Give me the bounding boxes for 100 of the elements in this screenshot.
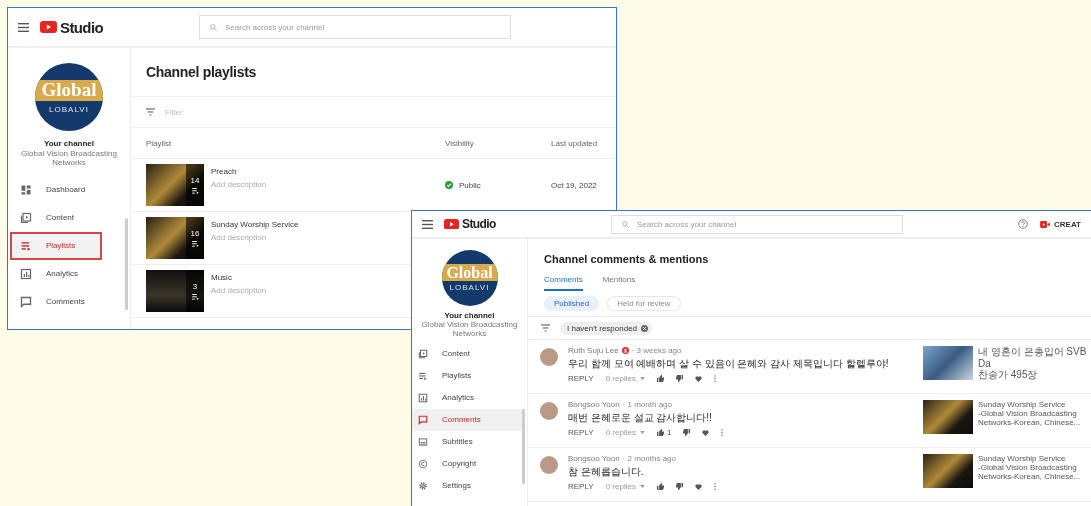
filter-chip[interactable]: Held for review <box>607 296 681 311</box>
video-title[interactable]: 찬송가 495장 <box>978 369 1087 381</box>
nav-item[interactable]: Comments <box>412 408 525 431</box>
playlist-description: Add description <box>211 286 267 295</box>
video-thumbnail-photo[interactable] <box>923 400 973 434</box>
thumbs-up-icon <box>656 375 664 382</box>
video-camera-icon <box>1040 220 1051 228</box>
play-logo-icon <box>40 21 57 33</box>
filter-field[interactable]: Filter <box>165 107 285 117</box>
avatar[interactable] <box>540 456 558 474</box>
settings-icon <box>418 480 428 491</box>
app-name: Studio <box>462 217 496 231</box>
create-button[interactable]: CREAT <box>1040 219 1081 229</box>
comment-author[interactable]: Bongsoo Yoon <box>568 400 620 409</box>
like-button[interactable] <box>656 375 664 382</box>
column-header: Playlist <box>146 138 173 148</box>
video-square-icon <box>20 211 32 224</box>
logo-subtext: LOBALVI <box>48 104 90 114</box>
reply-button[interactable]: REPLY <box>568 428 594 437</box>
heart-button[interactable] <box>694 375 702 382</box>
video-title[interactable]: Networks-Korean, Chinese... <box>978 418 1087 428</box>
list-icon <box>418 370 428 381</box>
video-title[interactable]: -Global Vision Broadcasting <box>978 463 1087 473</box>
thumbnail-photo[interactable]: 16 <box>146 217 204 259</box>
scrollbar[interactable] <box>125 218 128 310</box>
reply-button[interactable]: REPLY <box>568 374 594 383</box>
filter-chip[interactable]: Published <box>544 296 600 311</box>
nav-item[interactable]: Analytics <box>10 259 102 288</box>
avatar[interactable] <box>540 348 558 366</box>
playlist-title[interactable]: Sunday Worship Service <box>211 220 299 229</box>
playlist-title[interactable]: Preach <box>211 167 267 176</box>
logo-text: Global <box>441 263 498 282</box>
page-title: Channel playlists <box>131 48 616 97</box>
thumbs-up-icon <box>656 483 664 490</box>
reply-button[interactable]: REPLY <box>568 482 594 491</box>
more-button[interactable] <box>713 483 716 490</box>
tab[interactable]: Comments <box>544 275 583 291</box>
nav-item[interactable]: Content <box>10 203 102 232</box>
nav-item[interactable]: Analytics <box>412 386 525 409</box>
comment-time: · 1 month ago <box>622 400 672 409</box>
video-title[interactable]: 내 영혼이 은총입어 SVB Da <box>978 346 1087 369</box>
video-title[interactable]: -Global Vision Broadcasting <box>978 409 1087 419</box>
menu-icon[interactable] <box>422 219 433 229</box>
nav-item[interactable]: Content <box>412 342 525 365</box>
nav-item[interactable]: Comments <box>10 287 102 316</box>
page-title: Channel comments & mentions <box>543 252 710 265</box>
filter-icon[interactable] <box>146 108 155 116</box>
dislike-button[interactable] <box>683 429 691 436</box>
active-filter-chip[interactable]: I haven't responded <box>560 321 653 335</box>
nav-item[interactable]: Playlists <box>412 364 525 387</box>
comment-author[interactable]: Ruth Suju Lee <box>568 346 619 355</box>
dislike-button[interactable] <box>675 375 683 382</box>
video-title[interactable]: Sunday Worship Service <box>978 400 1087 410</box>
heart-icon <box>702 429 710 436</box>
playlist-description: Add description <box>211 180 267 189</box>
avatar[interactable] <box>540 402 558 420</box>
grid-icon <box>20 183 32 196</box>
menu-icon[interactable] <box>18 22 29 32</box>
nav-item[interactable]: Playlists <box>10 231 102 260</box>
nav-item[interactable]: Copyright <box>412 452 525 475</box>
speech-bubble-icon <box>418 414 428 425</box>
tab[interactable]: Mentions <box>602 275 636 291</box>
dislike-button[interactable] <box>675 483 683 490</box>
more-button[interactable] <box>721 429 724 436</box>
more-icon <box>713 375 716 382</box>
heart-button[interactable] <box>694 483 702 490</box>
bar-chart-icon <box>418 392 428 403</box>
scrollbar[interactable] <box>522 409 525 484</box>
like-button[interactable]: 1 <box>656 428 672 437</box>
close-icon[interactable] <box>641 324 649 332</box>
nav-item[interactable]: Dashboard <box>10 175 102 204</box>
speech-bubble-icon <box>20 295 32 308</box>
check-circle-icon <box>445 181 453 189</box>
playlist-title[interactable]: Music <box>211 273 267 282</box>
filter-icon[interactable] <box>541 324 550 332</box>
list-icon <box>191 188 199 194</box>
help-icon[interactable] <box>1018 219 1029 229</box>
comment-author[interactable]: Bongsoo Yoon <box>568 454 620 463</box>
list-icon <box>191 294 199 300</box>
nav-item[interactable]: Subtitles <box>412 430 525 453</box>
last-updated: Oct 19, 2022 <box>551 180 598 190</box>
more-button[interactable] <box>713 375 716 382</box>
channel-label: Your channel <box>42 139 96 148</box>
video-thumbnail-photo[interactable] <box>923 454 973 488</box>
thumbnail-photo[interactable]: 14 <box>146 164 204 206</box>
bar-chart-icon <box>20 267 32 280</box>
visibility-status: Public <box>459 180 481 190</box>
heart-button[interactable] <box>702 429 710 436</box>
video-title[interactable]: Networks-Korean, Chinese... <box>978 472 1087 482</box>
video-count: 16 <box>190 229 200 238</box>
comment-time: · 2 months ago <box>622 454 676 463</box>
playlist-description: Add description <box>211 233 268 242</box>
nav-item[interactable]: Settings <box>412 474 525 497</box>
logo-text: Global <box>35 80 103 101</box>
column-header: Visibility <box>445 138 475 148</box>
video-thumbnail-photo[interactable] <box>923 346 973 380</box>
thumbnail-photo[interactable]: 3 <box>146 270 204 312</box>
like-button[interactable] <box>656 483 664 490</box>
video-title[interactable]: Sunday Worship Service <box>978 454 1087 464</box>
comment-time: · 3 weeks ago <box>631 346 682 355</box>
